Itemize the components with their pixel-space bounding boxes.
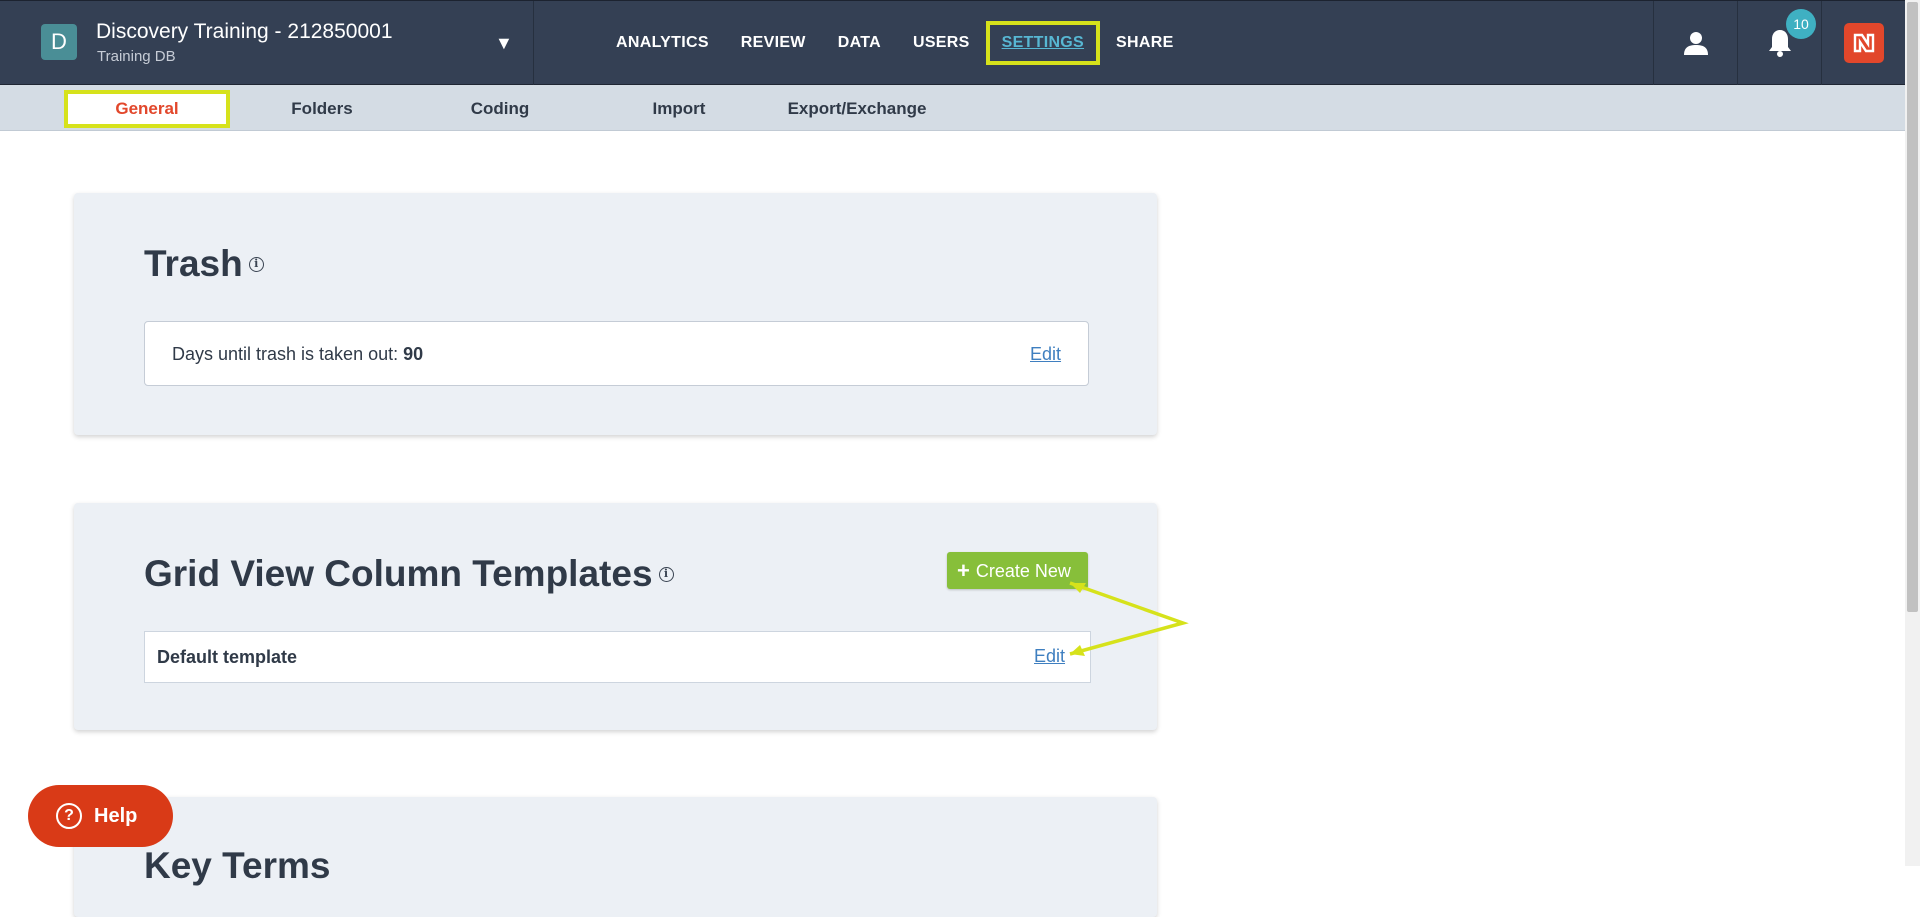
- page-scrollbar[interactable]: [1905, 0, 1920, 866]
- brand-logo-icon: [1843, 23, 1884, 63]
- trash-edit-link[interactable]: Edit: [1030, 344, 1061, 365]
- template-name: Default template: [157, 647, 298, 667]
- user-icon: [1683, 30, 1709, 56]
- tab-general[interactable]: General: [64, 90, 230, 128]
- grid-templates-heading: Grid View Column Templates i: [144, 553, 674, 595]
- key-terms-card: Key Terms: [74, 797, 1157, 917]
- user-menu-button[interactable]: [1653, 1, 1737, 85]
- brand-menu-button[interactable]: [1821, 1, 1905, 85]
- grid-templates-card: Grid View Column Templates i + Create New …: [74, 503, 1157, 730]
- database-title: Discovery Training - 212850001: [96, 20, 393, 43]
- tab-coding[interactable]: Coding: [420, 90, 580, 128]
- header-tools: 10: [1653, 1, 1905, 85]
- top-bar: D Discovery Training - 212850001 Trainin…: [0, 0, 1905, 85]
- database-subtitle: Training DB: [97, 48, 176, 65]
- template-row: Default template Edit: [144, 631, 1091, 683]
- trash-settings-row: Days until trash is taken out: 90 Edit: [144, 321, 1089, 386]
- database-selector[interactable]: D Discovery Training - 212850001 Trainin…: [0, 1, 534, 85]
- help-button[interactable]: ? Help: [28, 785, 173, 847]
- tab-export-exchange[interactable]: Export/Exchange: [777, 90, 937, 128]
- trash-heading: Trash i: [144, 243, 264, 285]
- trash-days-text: Days until trash is taken out: 90: [172, 344, 424, 364]
- nav-users[interactable]: USERS: [897, 21, 986, 65]
- notification-count-badge: 10: [1786, 9, 1816, 39]
- main-navigation: ANALYTICS REVIEW DATA USERS SETTINGS SHA…: [600, 1, 1190, 85]
- help-icon: ?: [56, 803, 82, 829]
- nav-share[interactable]: SHARE: [1100, 21, 1190, 65]
- tab-folders[interactable]: Folders: [242, 90, 402, 128]
- plus-icon: +: [957, 558, 970, 583]
- key-terms-heading: Key Terms: [144, 845, 331, 886]
- scrollbar-thumb[interactable]: [1907, 2, 1918, 612]
- info-icon[interactable]: i: [248, 256, 264, 272]
- notifications-button[interactable]: 10: [1737, 1, 1821, 85]
- trash-days-value: 90: [403, 344, 424, 364]
- template-edit-link[interactable]: Edit: [1034, 646, 1065, 667]
- tab-import[interactable]: Import: [599, 90, 759, 128]
- database-avatar: D: [41, 24, 77, 60]
- create-new-button[interactable]: + Create New: [947, 552, 1088, 589]
- nav-review[interactable]: REVIEW: [725, 21, 822, 65]
- chevron-down-icon[interactable]: ▼: [495, 34, 513, 52]
- settings-subnav: General Folders Coding Import Export/Exc…: [0, 85, 1905, 131]
- nav-settings[interactable]: SETTINGS: [985, 21, 1101, 65]
- nav-analytics[interactable]: ANALYTICS: [600, 21, 725, 65]
- trash-card: Trash i Days until trash is taken out: 90…: [74, 193, 1157, 435]
- nav-data[interactable]: DATA: [822, 21, 897, 65]
- info-icon[interactable]: i: [658, 566, 674, 582]
